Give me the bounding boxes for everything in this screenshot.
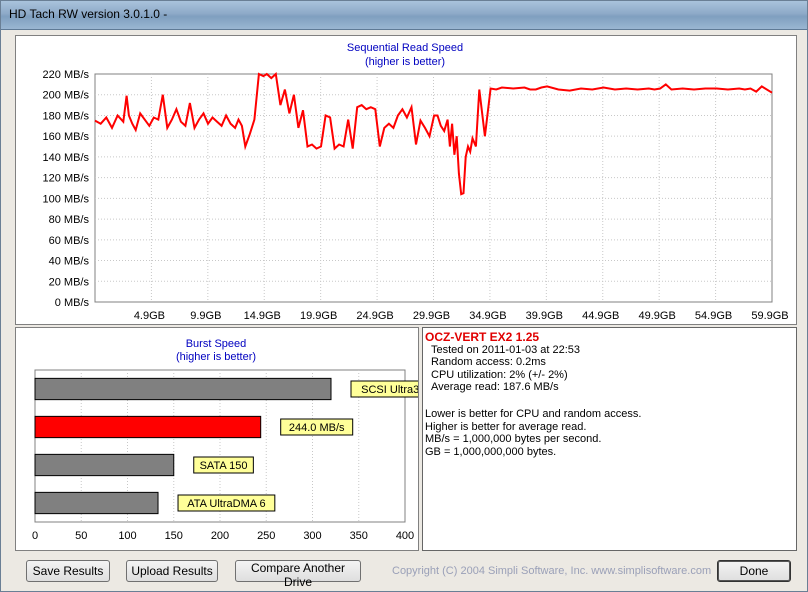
burst-x-tick-label: 350: [350, 530, 368, 542]
sequential-chart-subtitle: (higher is better): [365, 56, 445, 68]
burst-bar-label: 244.0 MB/s: [289, 422, 345, 434]
sequential-x-tick-label: 54.9GB: [695, 310, 732, 322]
sequential-chart-panel: Sequential Read Speed (higher is better)…: [15, 35, 797, 325]
burst-x-tick-label: 150: [165, 530, 183, 542]
sequential-y-tick-label: 20 MB/s: [49, 276, 90, 288]
average-read: Average read: 187.6 MB/s: [431, 381, 559, 394]
sequential-y-tick-label: 120 MB/s: [43, 173, 90, 185]
results-info: OCZ-VERT EX2 1.25 Tested on 2011-01-03 a…: [425, 331, 641, 458]
sequential-x-tick-label: 49.9GB: [639, 310, 676, 322]
save-results-button[interactable]: Save Results: [26, 560, 110, 582]
burst-x-tick-label: 100: [118, 530, 136, 542]
sequential-y-tick-label: 0 MB/s: [55, 297, 90, 309]
compare-drive-button[interactable]: Compare Another Drive: [235, 560, 361, 589]
sequential-y-tick-label: 200 MB/s: [43, 90, 90, 102]
sequential-y-tick-label: 160 MB/s: [43, 131, 90, 143]
burst-x-tick-label: 300: [303, 530, 321, 542]
burst-chart-title: Burst Speed: [186, 338, 247, 350]
sequential-x-tick-label: 19.9GB: [300, 310, 337, 322]
random-access: Random access: 0.2ms: [431, 356, 546, 369]
copyright-text: Copyright (C) 2004 Simpli Software, Inc.…: [392, 565, 712, 577]
sequential-chart: Sequential Read Speed (higher is better)…: [43, 42, 789, 322]
burst-x-tick-label: 50: [75, 530, 87, 542]
sequential-y-tick-label: 80 MB/s: [49, 214, 90, 226]
sequential-x-tick-label: 14.9GB: [244, 310, 281, 322]
sequential-y-tick-label: 140 MB/s: [43, 152, 90, 164]
sequential-x-tick-label: 44.9GB: [582, 310, 619, 322]
sequential-chart-title: Sequential Read Speed: [347, 42, 463, 54]
done-button[interactable]: Done: [717, 560, 791, 582]
note-higher-better: Higher is better for average read.: [425, 420, 587, 433]
tested-date: Tested on 2011-01-03 at 22:53: [431, 343, 581, 356]
burst-x-tick-label: 0: [32, 530, 38, 542]
burst-x-tick-label: 400: [396, 530, 414, 542]
sequential-x-tick-label: 29.9GB: [413, 310, 450, 322]
burst-bar-label: SCSI Ultra320: [361, 384, 418, 396]
burst-x-tick-label: 250: [257, 530, 275, 542]
app-window: HD Tach RW version 3.0.1.0 - Sequential …: [0, 0, 808, 592]
note-mbs-definition: MB/s = 1,000,000 bytes per second.: [425, 433, 602, 446]
drive-name: OCZ-VERT EX2 1.25: [425, 330, 540, 344]
sequential-y-tick-label: 100 MB/s: [43, 193, 90, 205]
burst-bar: [34, 415, 262, 439]
cpu-utilization: CPU utilization: 2% (+/- 2%): [431, 368, 568, 381]
title-bar[interactable]: HD Tach RW version 3.0.1.0 -: [1, 1, 807, 30]
burst-x-tick-label: 200: [211, 530, 229, 542]
burst-chart-subtitle: (higher is better): [176, 351, 256, 363]
sequential-x-tick-label: 59.9GB: [751, 310, 788, 322]
burst-bar-label: SATA 150: [200, 460, 248, 472]
burst-chart: Burst Speed (higher is better) 0 50 100 150…: [32, 338, 418, 542]
sequential-x-tick-label: 34.9GB: [469, 310, 506, 322]
note-gb-definition: GB = 1,000,000,000 bytes.: [425, 445, 557, 458]
sequential-y-tick-label: 40 MB/s: [49, 256, 90, 268]
window-title: HD Tach RW version 3.0.1.0 -: [9, 7, 168, 21]
sequential-x-tick-label: 9.9GB: [190, 310, 221, 322]
burst-bar: [34, 377, 332, 401]
burst-bar: [34, 453, 175, 477]
note-lower-better: Lower is better for CPU and random acces…: [425, 407, 642, 420]
upload-results-button[interactable]: Upload Results: [126, 560, 218, 582]
sequential-y-tick-label: 220 MB/s: [43, 69, 90, 81]
burst-bar-label: ATA UltraDMA 6: [187, 498, 265, 510]
sequential-x-tick-label: 4.9GB: [134, 310, 165, 322]
sequential-y-tick-label: 180 MB/s: [43, 110, 90, 122]
burst-bar: [34, 491, 159, 515]
sequential-x-tick-label: 39.9GB: [526, 310, 563, 322]
burst-chart-panel: Burst Speed (higher is better) 0 50 100 150…: [15, 327, 419, 551]
sequential-x-tick-label: 24.9GB: [356, 310, 393, 322]
sequential-y-tick-label: 60 MB/s: [49, 235, 90, 247]
